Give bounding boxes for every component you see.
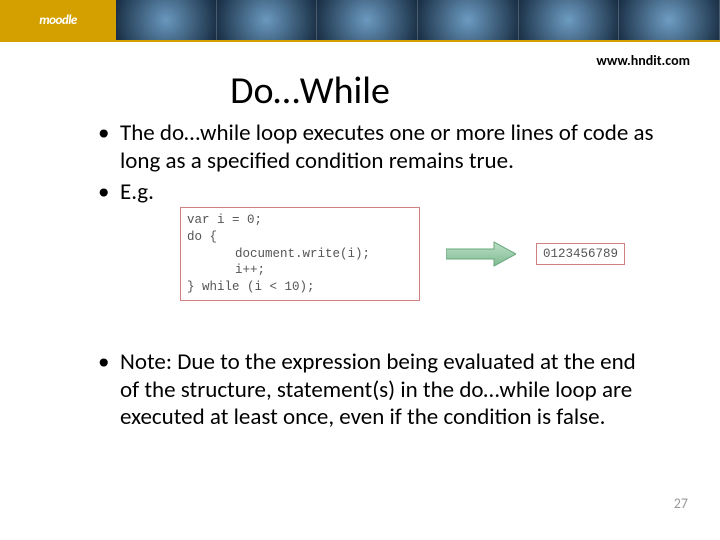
logo-text: moodle (39, 13, 77, 28)
code-box: var i = 0; do { document.write(i); i++; … (180, 207, 420, 301)
code-line: document.write(i); (187, 246, 413, 263)
bullet-note: Note: Due to the expression being evalua… (120, 349, 660, 432)
example-label: E.g. (120, 178, 154, 206)
header-banner: moodle (0, 0, 720, 42)
bullet-example-label: E.g. (120, 179, 154, 207)
site-url: www.hndit.com (596, 52, 690, 69)
output-box: 0123456789 (536, 243, 625, 265)
code-line: do { (187, 229, 413, 246)
arrow-icon (446, 240, 516, 268)
slide-content: The do…while loop executes one or more l… (0, 120, 720, 432)
code-line: } while (i < 10); (187, 279, 413, 296)
moodle-logo: moodle (0, 0, 116, 40)
code-line: i++; (187, 262, 413, 279)
page-number: 27 (674, 495, 688, 512)
bullet-description: The do…while loop executes one or more l… (120, 120, 660, 175)
banner-collage (116, 0, 720, 40)
example-row: var i = 0; do { document.write(i); i++; … (180, 207, 660, 301)
code-line: var i = 0; (187, 212, 413, 229)
slide-title: Do…While (0, 68, 720, 114)
